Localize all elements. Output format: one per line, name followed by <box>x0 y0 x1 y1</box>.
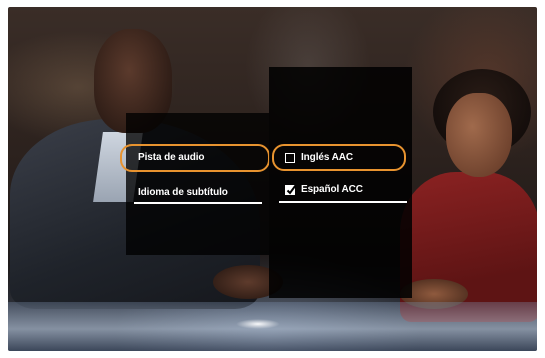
track-option-label: Inglés AAC <box>301 152 353 163</box>
category-audio-track[interactable]: Pista de audio <box>138 152 205 163</box>
track-option-label: Español ACC <box>301 184 363 195</box>
checkbox-unchecked-icon[interactable] <box>285 153 295 163</box>
category-subtitle-language[interactable]: Idioma de subtítulo <box>138 187 228 198</box>
scene-girl-face <box>446 93 512 177</box>
audio-track-menu: Inglés AAC Español ACC <box>269 67 412 298</box>
track-divider <box>279 201 407 203</box>
scene-glint <box>236 319 280 329</box>
settings-category-menu: Pista de audio Idioma de subtítulo <box>120 113 270 255</box>
checkbox-checked-icon[interactable] <box>285 184 296 195</box>
category-divider <box>134 202 262 204</box>
